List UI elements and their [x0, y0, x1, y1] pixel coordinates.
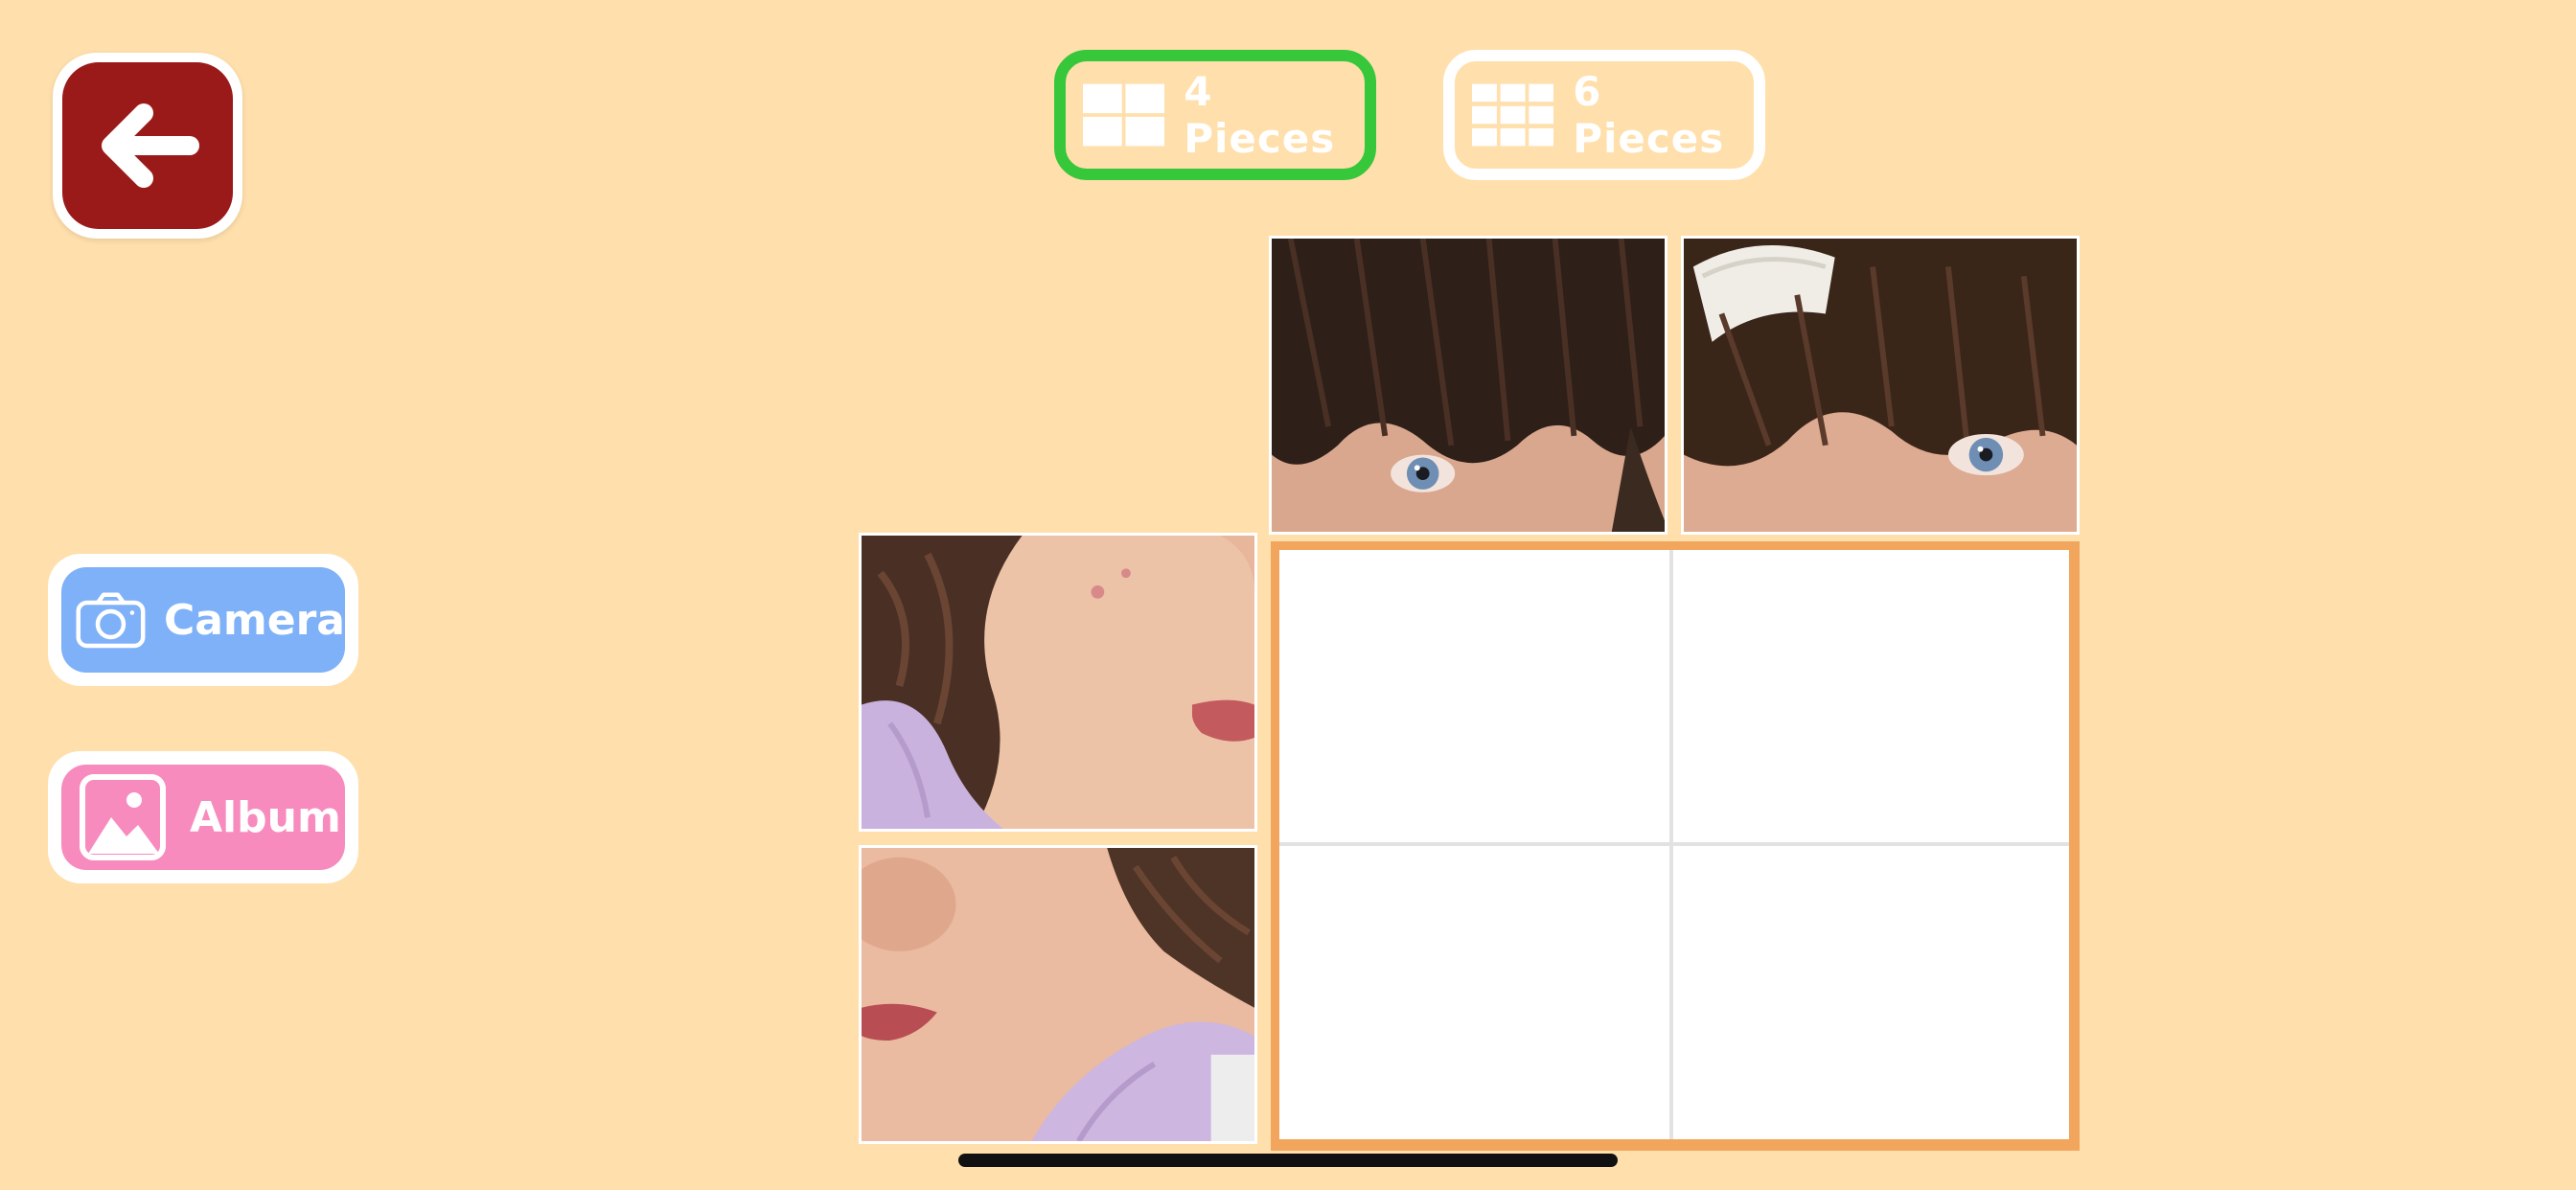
piece-image [862, 536, 1254, 829]
puzzle-piece[interactable] [1681, 236, 2080, 535]
camera-button[interactable]: Camera [48, 554, 358, 686]
back-button[interactable] [53, 53, 242, 239]
grid-icon [1472, 83, 1554, 147]
piece-image [1684, 239, 2077, 532]
home-indicator[interactable] [958, 1154, 1618, 1167]
piece-image [1272, 239, 1665, 532]
puzzle-board [1271, 541, 2080, 1151]
album-button[interactable]: Album [48, 751, 358, 883]
camera-icon [76, 592, 146, 649]
album-label: Album [190, 792, 341, 842]
arrow-left-icon [102, 103, 199, 188]
puzzle-piece[interactable] [859, 845, 1257, 1144]
photo-icon [80, 774, 166, 860]
puzzle-slot-1[interactable] [1279, 550, 1669, 842]
grid-icon [1083, 83, 1165, 147]
puzzle-slot-4[interactable] [1673, 846, 2069, 1139]
back-button-face [62, 62, 233, 229]
six-pieces-button[interactable]: 6 Pieces [1443, 50, 1765, 180]
camera-label: Camera [163, 595, 345, 645]
piece-image [862, 848, 1254, 1141]
puzzle-slot-3[interactable] [1279, 846, 1669, 1139]
six-pieces-label: 6 Pieces [1573, 68, 1725, 162]
puzzle-piece[interactable] [1269, 236, 1668, 535]
puzzle-piece[interactable] [859, 533, 1257, 832]
puzzle-slot-2[interactable] [1673, 550, 2069, 842]
four-pieces-label: 4 Pieces [1184, 68, 1336, 162]
slot-divider [1279, 842, 2069, 846]
four-pieces-button[interactable]: 4 Pieces [1054, 50, 1376, 180]
